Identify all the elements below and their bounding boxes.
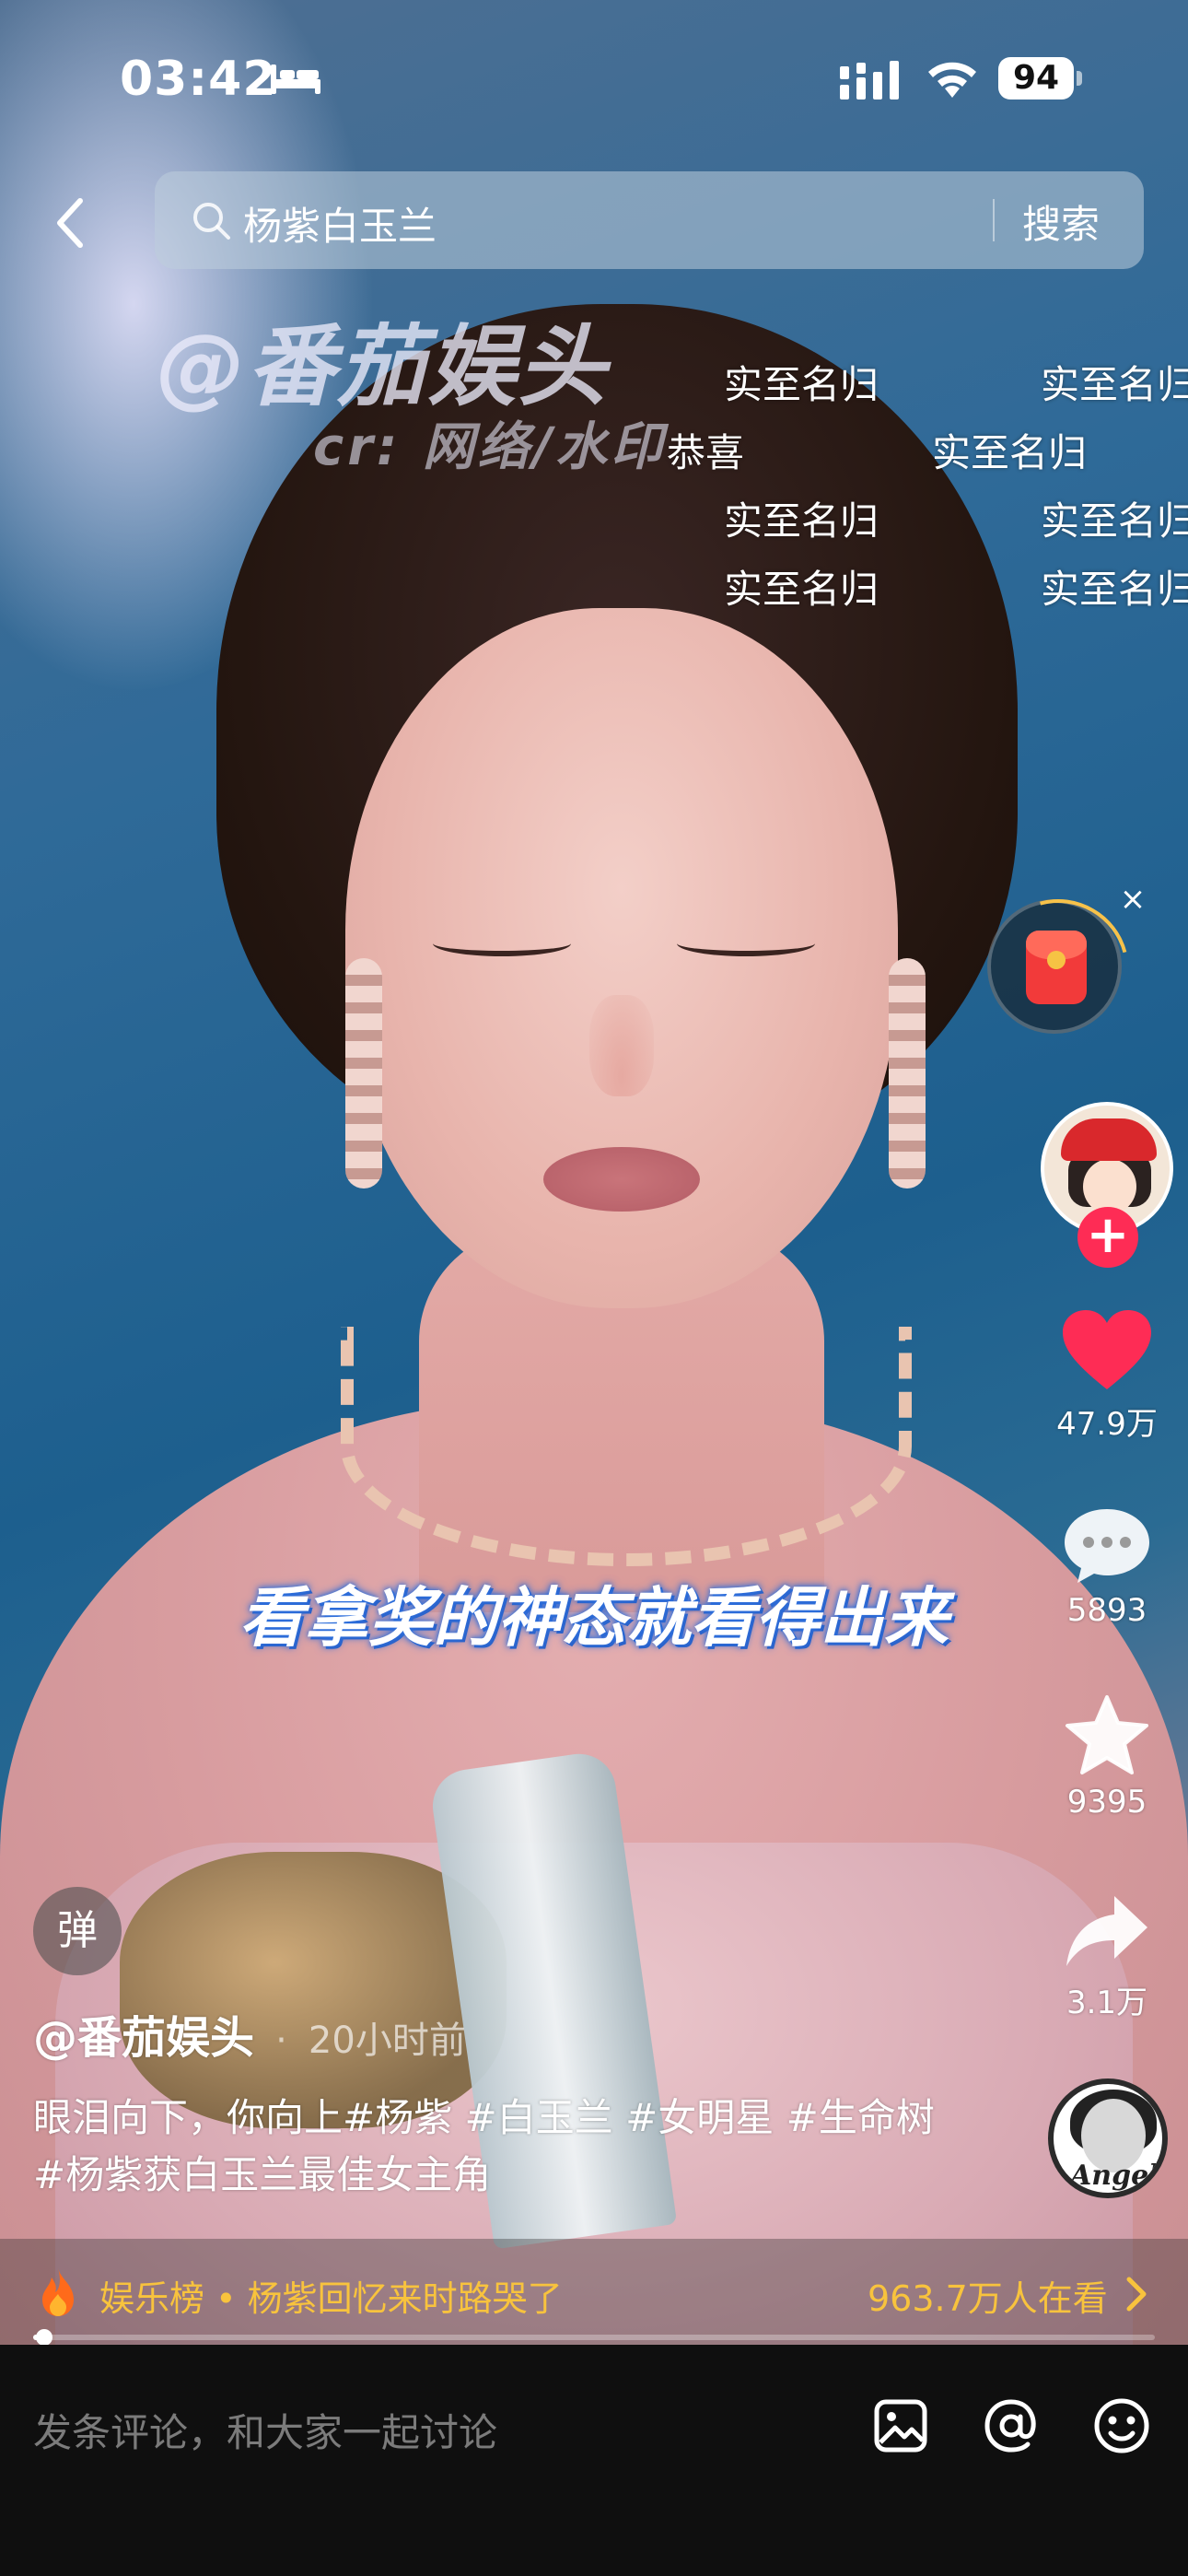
hot-list-title: 娱乐榜 • 杨紫回忆来时路哭了 <box>99 2278 563 2319</box>
hot-list-bar[interactable]: 娱乐榜 • 杨紫回忆来时路哭了 963.7万人在看 <box>0 2239 1188 2349</box>
fire-icon <box>42 2268 74 2316</box>
chevron-right-icon <box>1126 2277 1147 2312</box>
mention-icon[interactable] <box>982 2396 1041 2455</box>
search-divider <box>993 199 995 241</box>
video-subject-lips <box>543 1147 700 1212</box>
red-packet-widget[interactable] <box>987 899 1122 1034</box>
separator-dot: · <box>275 2020 287 2062</box>
close-icon[interactable]: × <box>1116 883 1149 916</box>
video-subject-eye-right <box>677 931 815 956</box>
share-icon <box>1066 1896 1147 1966</box>
danmu-comment: 实至名归 <box>1041 567 1188 612</box>
battery-cap <box>1077 71 1082 86</box>
comment-button[interactable]: 5893 <box>1041 1505 1173 1629</box>
video-player[interactable]: @番茄娱头 cr: 网络/水印 实至名归 实至名归 恭喜 实至名归 实至名归 实… <box>0 0 1188 2345</box>
video-watermark: @番茄娱头 <box>157 315 608 418</box>
video-subject-necklace <box>341 1327 912 1566</box>
video-subtitle: 看拿奖的神态就看得出来 <box>239 1580 949 1656</box>
status-time: 03:42 <box>120 52 277 107</box>
comment-input[interactable]: 发条评论，和大家一起讨论 <box>33 2402 497 2458</box>
post-caption[interactable]: 眼泪向下，你向上#杨紫 #白玉兰 #女明星 #生命树 #杨紫获白玉兰最佳女主角 <box>33 2090 954 2204</box>
video-subject-earring-right <box>889 958 926 1188</box>
music-disc-label: Angel <box>1070 2160 1159 2192</box>
post-time: 20小时前 <box>308 2020 466 2062</box>
video-progress-bar[interactable] <box>33 2329 1155 2346</box>
comment-bar: 发条评论，和大家一起讨论 <box>0 2345 1188 2576</box>
danmu-comment: 实至名归 <box>1041 362 1188 407</box>
danmu-comment: 实至名归 <box>932 430 1088 475</box>
bed-icon <box>271 64 320 94</box>
wifi-icon <box>928 62 976 98</box>
danmu-toggle-button[interactable]: 弹 <box>33 1887 122 1975</box>
follow-button[interactable]: + <box>1077 1207 1138 1268</box>
search-button[interactable]: 搜索 <box>1022 193 1100 250</box>
comment-icon <box>1065 1509 1149 1583</box>
author-row: @番茄娱头 · 20小时前 <box>33 2001 466 2066</box>
danmu-comment: 实至名归 <box>724 567 879 612</box>
battery-icon: 94 <box>998 57 1083 100</box>
share-button[interactable]: 3.1万 <box>1041 1891 1173 2022</box>
star-icon <box>1066 1695 1148 1774</box>
back-button[interactable] <box>37 184 101 262</box>
status-bar: 03:42 94 <box>0 0 1188 157</box>
hot-list-viewers: 963.7万人在看 <box>868 2278 1108 2319</box>
signal-icon <box>840 61 899 100</box>
red-packet-icon <box>1026 931 1087 1004</box>
video-subject-earring-left <box>345 958 382 1188</box>
video-subject-eye-left <box>433 931 571 956</box>
favorite-count: 9395 <box>1066 1784 1147 1821</box>
search-icon <box>193 203 230 240</box>
danmu-comment: 恭喜 <box>667 430 745 475</box>
comment-count: 5893 <box>1066 1592 1147 1629</box>
author-name[interactable]: @番茄娱头 <box>33 2012 254 2064</box>
favorite-button[interactable]: 9395 <box>1041 1693 1173 1821</box>
image-icon[interactable] <box>873 2398 928 2453</box>
search-bar[interactable]: 杨紫白玉兰 搜索 <box>155 171 1144 269</box>
chevron-left-icon <box>57 198 83 248</box>
danmu-comment: 实至名归 <box>724 498 879 544</box>
battery-level: 94 <box>998 57 1074 100</box>
danmu-comment: 实至名归 <box>1041 498 1188 544</box>
avatar-cap <box>1061 1118 1157 1161</box>
danmu-comment: 实至名归 <box>724 362 879 407</box>
video-watermark-credit: cr: 网络/水印 <box>313 417 667 477</box>
video-subject-nose <box>589 995 654 1096</box>
emoji-icon[interactable] <box>1092 2396 1151 2455</box>
heart-icon <box>1063 1310 1151 1389</box>
like-button[interactable]: 47.9万 <box>1041 1308 1173 1444</box>
search-input[interactable]: 杨紫白玉兰 <box>243 195 437 252</box>
share-count: 3.1万 <box>1066 1985 1148 2021</box>
music-disc[interactable]: Angel <box>1048 2078 1168 2198</box>
like-count: 47.9万 <box>1056 1406 1158 1443</box>
